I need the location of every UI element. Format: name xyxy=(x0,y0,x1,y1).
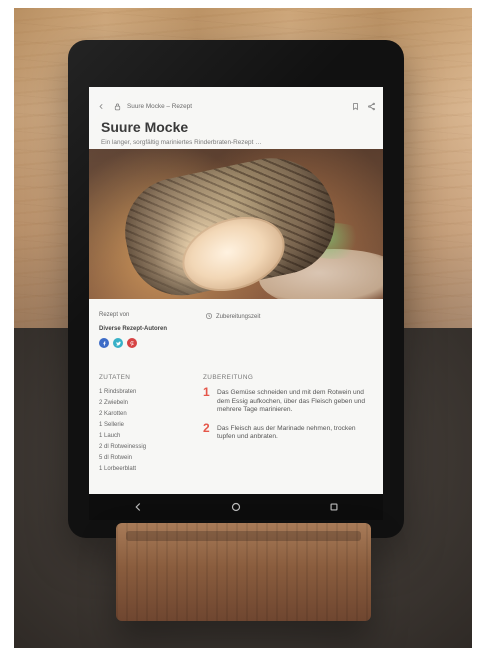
ingredient-item: 1 Rindsbraten xyxy=(99,389,137,395)
share-icon[interactable] xyxy=(365,100,377,112)
author-name[interactable]: Diverse Rezept-Autoren xyxy=(99,326,167,332)
social-share xyxy=(99,338,137,348)
ingredient-item: 1 Sellerie xyxy=(99,422,125,428)
stand-slot xyxy=(126,531,361,541)
ingredients-column: ZUTATEN 1 Rindsbraten 2 Zwiebeln 2 Karot… xyxy=(99,374,191,472)
tablet: Suure Mocke – Rezept Suure Mocke Ein lan… xyxy=(68,40,404,538)
back-nav-icon[interactable] xyxy=(125,498,151,516)
ingredients-list: 1 Rindsbraten 2 Zwiebeln 2 Karotten 1 Se… xyxy=(99,389,191,472)
recipe-meta: Rezept von Diverse Rezept-Autoren Zubere… xyxy=(99,312,373,372)
step-number: 2 xyxy=(203,420,210,435)
recent-apps-icon[interactable] xyxy=(321,498,347,516)
recipe-step: 1 Das Gemüse schneiden und mit dem Rotwe… xyxy=(203,385,373,415)
step-text: Das Gemüse schneiden und mit dem Rotwein… xyxy=(217,389,366,414)
twitter-icon[interactable] xyxy=(113,338,123,348)
android-nav-bar xyxy=(89,494,383,520)
recipe-hero-image xyxy=(89,149,383,299)
prep-time: Zubereitungszeit xyxy=(205,312,260,322)
recipe-title: Suure Mocke xyxy=(101,119,189,135)
bookmark-icon[interactable] xyxy=(349,100,361,112)
ingredient-item: 1 Lorbeerblatt xyxy=(99,466,137,472)
step-number: 1 xyxy=(203,385,210,399)
ingredient-item: 1 Lauch xyxy=(99,433,121,439)
recipe-subtitle: Ein langer, sorgfältig mariniertes Rinde… xyxy=(101,139,262,146)
ingredient-item: 2 Karotten xyxy=(99,411,127,417)
clock-icon xyxy=(205,312,213,322)
author-label: Rezept von xyxy=(99,312,130,318)
url-text[interactable]: Suure Mocke – Rezept xyxy=(127,103,345,110)
browser-bar[interactable]: Suure Mocke – Rezept xyxy=(95,97,377,115)
steps-header: ZUBEREITUNG xyxy=(203,374,254,381)
ingredient-item: 2 dl Rotweinessig xyxy=(99,444,147,450)
wood-stand xyxy=(116,523,371,621)
recipe-columns: ZUTATEN 1 Rindsbraten 2 Zwiebeln 2 Karot… xyxy=(99,374,373,494)
facebook-icon[interactable] xyxy=(99,338,109,348)
steps-column: ZUBEREITUNG 1 Das Gemüse schneiden und m… xyxy=(203,374,373,452)
tablet-screen: Suure Mocke – Rezept Suure Mocke Ein lan… xyxy=(89,87,383,520)
lock-icon xyxy=(111,100,123,112)
step-text: Das Fleisch aus der Marinade nehmen, tro… xyxy=(217,424,356,441)
prep-time-label: Zubereitungszeit xyxy=(216,314,261,320)
photo: Suure Mocke – Rezept Suure Mocke Ein lan… xyxy=(14,8,472,648)
ingredients-header: ZUTATEN xyxy=(99,374,131,381)
ingredient-item: 2 Zwiebeln xyxy=(99,400,129,406)
pinterest-icon[interactable] xyxy=(127,338,137,348)
recipe-step: 2 Das Fleisch aus der Marinade nehmen, t… xyxy=(203,420,373,442)
home-nav-icon[interactable] xyxy=(223,498,249,516)
ingredient-item: 5 dl Rotwein xyxy=(99,455,133,461)
back-icon[interactable] xyxy=(95,100,107,112)
